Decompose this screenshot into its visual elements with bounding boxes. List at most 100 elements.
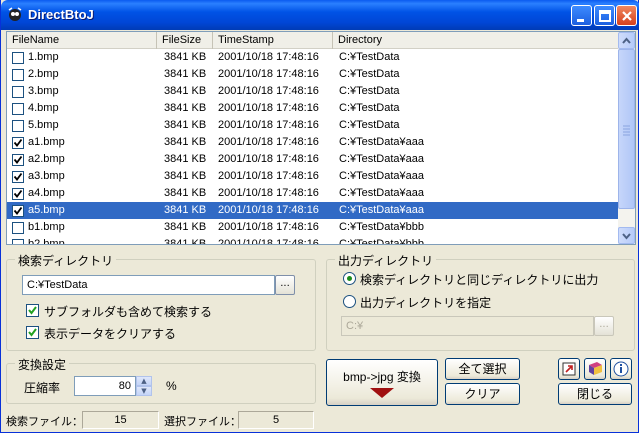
row-checkbox[interactable]	[12, 171, 24, 183]
column-header-timestamp[interactable]: TimeStamp	[213, 32, 333, 49]
book-icon	[589, 362, 602, 375]
row-checkbox[interactable]	[12, 52, 24, 64]
row-checkbox[interactable]	[12, 239, 24, 244]
row-filesize: 3841 KB	[164, 85, 207, 97]
row-checkbox[interactable]	[12, 222, 24, 234]
table-row[interactable]: a4.bmp 3841 KB 2001/10/18 17:48:16 C:¥TestD…	[7, 185, 619, 202]
row-directory: C:¥TestData	[339, 85, 400, 97]
title-bar[interactable]: DirectBtoJ	[1, 0, 639, 30]
search-directory-group: 検索ディレクトリ C:¥TestData ... サブフォルダも含めて検索する …	[6, 252, 316, 351]
external-link-icon	[562, 362, 576, 376]
output-path-input[interactable]: C:¥	[341, 316, 594, 336]
compression-spinner[interactable]: ▲ ▼	[136, 376, 152, 396]
row-filesize: 3841 KB	[164, 102, 207, 114]
row-checkbox[interactable]	[12, 188, 24, 200]
table-row[interactable]: a1.bmp 3841 KB 2001/10/18 17:48:16 C:¥TestD…	[7, 134, 619, 151]
row-filesize: 3841 KB	[164, 187, 207, 199]
check-icon	[13, 155, 23, 164]
convert-button[interactable]: bmp->jpg 変換	[326, 359, 438, 406]
output-same-label: 検索ディレクトリと同じディレクトリに出力	[360, 273, 599, 287]
close-button[interactable]: 閉じる	[558, 383, 632, 405]
table-row[interactable]: 1.bmp 3841 KB 2001/10/18 17:48:16 C:¥TestDa…	[7, 49, 619, 66]
minimize-button[interactable]	[571, 5, 592, 26]
file-list[interactable]: FileName FileSize TimeStamp Directory 1.…	[6, 31, 636, 245]
search-directory-title: 検索ディレクトリ	[15, 252, 117, 269]
close-window-button[interactable]	[616, 5, 637, 26]
table-row[interactable]: 2.bmp 3841 KB 2001/10/18 17:48:16 C:¥TestDa…	[7, 66, 619, 83]
row-timestamp: 2001/10/18 17:48:16	[218, 102, 319, 114]
row-checkbox[interactable]	[12, 137, 24, 149]
row-timestamp: 2001/10/18 17:48:16	[218, 119, 319, 131]
check-icon	[28, 328, 37, 337]
help-book-button[interactable]	[584, 358, 606, 380]
column-header-filesize[interactable]: FileSize	[157, 32, 213, 49]
info-button[interactable]	[610, 358, 632, 380]
row-timestamp: 2001/10/18 17:48:16	[218, 51, 319, 63]
row-timestamp: 2001/10/18 17:48:16	[218, 204, 319, 216]
list-vertical-scrollbar[interactable]	[618, 32, 635, 244]
output-specify-label: 出力ディレクトリを指定	[360, 296, 492, 310]
maximize-button[interactable]	[594, 5, 615, 26]
clear-button[interactable]: クリア	[445, 383, 520, 405]
row-timestamp: 2001/10/18 17:48:16	[218, 68, 319, 80]
conversion-settings-title: 変換設定	[15, 356, 70, 373]
row-filename: a4.bmp	[28, 187, 65, 199]
table-row[interactable]: a3.bmp 3841 KB 2001/10/18 17:48:16 C:¥TestD…	[7, 168, 619, 185]
window-title: DirectBtoJ	[28, 7, 94, 22]
row-checkbox[interactable]	[12, 103, 24, 115]
app-icon	[7, 7, 23, 23]
column-header-filename[interactable]: FileName	[7, 32, 157, 49]
check-icon	[13, 189, 23, 198]
output-same-radio[interactable]	[343, 272, 356, 285]
open-link-button[interactable]	[558, 358, 580, 380]
output-browse-button[interactable]: ...	[594, 316, 614, 336]
row-checkbox[interactable]	[12, 205, 24, 217]
table-row[interactable]: b2.bmp 3841 KB 2001/10/18 17:48:16 C:¥TestD…	[7, 236, 619, 245]
info-icon	[613, 361, 629, 377]
row-filename: b2.bmp	[28, 238, 65, 245]
row-checkbox[interactable]	[12, 154, 24, 166]
search-browse-button[interactable]: ...	[275, 275, 295, 295]
row-filesize: 3841 KB	[164, 170, 207, 182]
table-row[interactable]: 5.bmp 3841 KB 2001/10/18 17:48:16 C:¥TestDa…	[7, 117, 619, 134]
table-row[interactable]: a2.bmp 3841 KB 2001/10/18 17:48:16 C:¥TestD…	[7, 151, 619, 168]
compression-label: 圧縮率	[24, 381, 61, 395]
scroll-down-button[interactable]	[618, 227, 635, 244]
list-header: FileName FileSize TimeStamp Directory	[7, 32, 619, 49]
row-directory: C:¥TestData	[339, 102, 400, 114]
row-filesize: 3841 KB	[164, 119, 207, 131]
clear-display-checkbox[interactable]	[26, 326, 39, 339]
column-header-directory[interactable]: Directory	[333, 32, 619, 49]
row-directory: C:¥TestData	[339, 119, 400, 131]
output-specify-radio[interactable]	[343, 295, 356, 308]
row-directory: C:¥TestData¥bbb	[339, 221, 424, 233]
row-checkbox[interactable]	[12, 69, 24, 81]
scroll-up-button[interactable]	[618, 32, 635, 49]
table-row[interactable]: b1.bmp 3841 KB 2001/10/18 17:48:16 C:¥TestD…	[7, 219, 619, 236]
table-row[interactable]: 4.bmp 3841 KB 2001/10/18 17:48:16 C:¥TestDa…	[7, 100, 619, 117]
row-checkbox[interactable]	[12, 120, 24, 132]
row-filename: b1.bmp	[28, 221, 65, 233]
selected-files-label: 選択ファイル：	[164, 416, 241, 428]
row-filename: a5.bmp	[28, 204, 65, 216]
clear-display-label: 表示データをクリアする	[44, 327, 177, 341]
row-filesize: 3841 KB	[164, 221, 207, 233]
table-row[interactable]: 3.bmp 3841 KB 2001/10/18 17:48:16 C:¥TestDa…	[7, 83, 619, 100]
output-directory-title: 出力ディレクトリ	[335, 252, 437, 269]
maximize-icon	[599, 10, 611, 22]
row-directory: C:¥TestData¥aaa	[339, 153, 424, 165]
row-filesize: 3841 KB	[164, 136, 207, 148]
include-subfolders-checkbox[interactable]	[26, 304, 39, 317]
spin-up-button[interactable]: ▲	[136, 376, 152, 386]
spin-down-button[interactable]: ▼	[136, 386, 152, 396]
row-checkbox[interactable]	[12, 86, 24, 98]
row-timestamp: 2001/10/18 17:48:16	[218, 85, 319, 97]
table-row[interactable]: a5.bmp 3841 KB 2001/10/18 17:48:16 C:¥TestD…	[7, 202, 619, 219]
compression-input[interactable]: 80	[74, 376, 136, 396]
search-path-input[interactable]: C:¥TestData	[22, 275, 275, 295]
select-all-button[interactable]: 全て選択	[445, 358, 520, 380]
row-directory: C:¥TestData¥aaa	[339, 187, 424, 199]
scroll-thumb[interactable]	[618, 49, 635, 209]
check-icon	[13, 172, 23, 181]
output-directory-group: 出力ディレクトリ 検索ディレクトリと同じディレクトリに出力 出力ディレクトリを指…	[326, 252, 635, 351]
